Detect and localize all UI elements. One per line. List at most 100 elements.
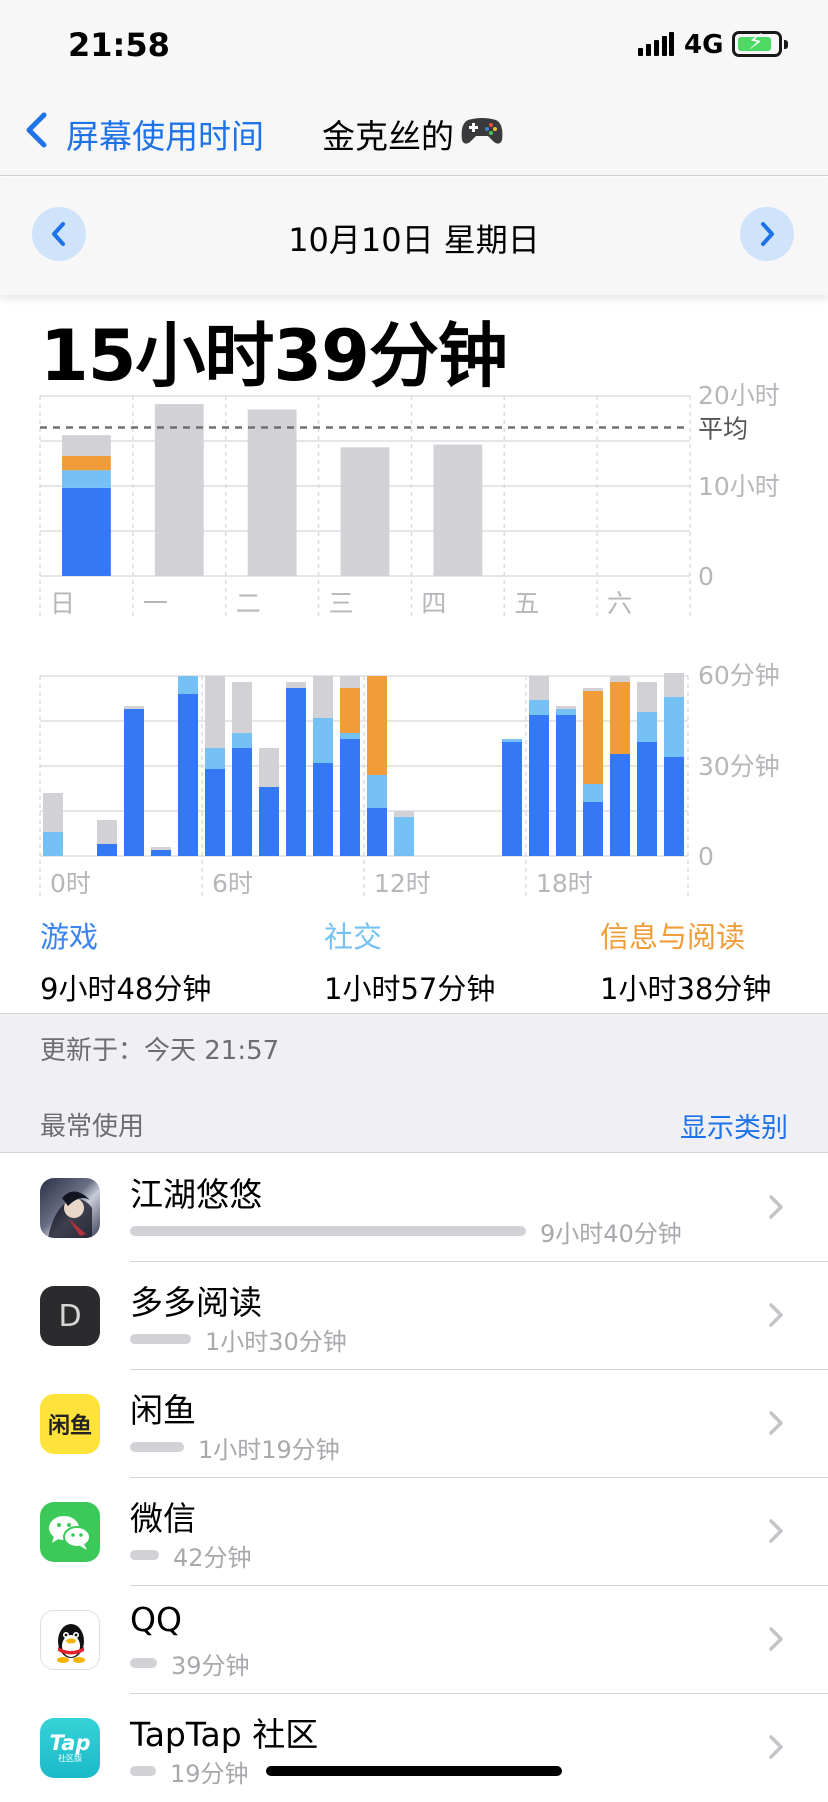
app-row-duoduo[interactable]: D 多多阅读 1小时30分钟 [0,1262,828,1370]
app-row-taptap[interactable]: Tap 社区版 TapTap 社区 19分钟 [0,1694,828,1802]
bar-社交-10 [313,718,333,763]
chevron-right-icon [769,1627,783,1651]
info-section: 更新于：今天 21:57 最常使用 显示类别 [0,1013,828,1153]
app-name: 微信 [130,1499,196,1538]
bar-其他-11 [340,676,360,688]
usage-bar [130,1334,191,1344]
bar-社交-23 [664,697,684,757]
battery-icon: ⚡ [732,30,788,57]
bar-其他-8 [259,748,279,787]
bar-其他-9 [286,682,306,688]
duoduo-letter: D [58,1298,82,1334]
back-chevron-icon[interactable] [24,112,48,148]
category-social: 社交 1小时57分钟 [324,914,495,1008]
bar-社交-13 [394,817,414,856]
app-name: 闲鱼 [130,1391,196,1430]
y-tick-label: 平均 [698,415,748,444]
bar-社交-日 [62,470,111,488]
bar-其他-7 [232,682,252,733]
app-row-jianghu[interactable]: 江湖悠悠 9小时40分钟 [0,1154,828,1262]
bar-游戏-18 [529,715,549,856]
bar-其他-20 [583,688,603,691]
app-time: 1小时19分钟 [198,1436,340,1464]
back-button[interactable]: 屏幕使用时间 [66,110,264,158]
chevron-right-icon [769,1519,783,1543]
home-indicator [266,1766,562,1776]
bar-其他-3 [124,706,144,709]
usage-bar [130,1766,156,1776]
y-tick-label: 0 [698,562,714,591]
app-time: 39分钟 [171,1652,250,1680]
status-time: 21:58 [68,26,170,64]
taptap-logo-text: Tap [49,1731,91,1755]
bar-其他-21 [610,676,630,682]
bar-社交-0 [43,832,63,856]
chevron-right-icon [769,1411,783,1435]
gamepad-icon [461,118,503,144]
hourly-usage-chart: 0时 6时 12时 18时 60分钟 30分钟 0 [39,661,780,898]
x-tick-label: 三 [329,589,354,618]
bar-游戏-11 [340,739,360,856]
bar-社交-20 [583,784,603,802]
app-row-wechat[interactable]: 微信 42分钟 [0,1478,828,1586]
category-name: 信息与阅读 [600,920,746,954]
bar-游戏-22 [637,742,657,856]
x-tick-label: 12时 [374,869,431,898]
app-name: TapTap 社区 [130,1715,319,1754]
x-tick-label: 日 [50,589,75,618]
x-tick-label: 二 [236,589,261,618]
app-name: QQ [130,1600,182,1639]
bar-社交-17 [502,739,522,742]
bar-游戏-5 [178,694,198,856]
app-row-xianyu[interactable]: 闲鱼 闲鱼 1小时19分钟 [0,1370,828,1478]
bar-游戏-19 [556,715,576,856]
app-time: 9小时40分钟 [540,1220,682,1248]
app-time: 1小时30分钟 [205,1328,347,1356]
x-tick-label: 0时 [50,869,91,898]
updated-label: 更新于：今天 21:57 [40,1036,280,1066]
xianyu-icon: 闲鱼 [40,1394,100,1454]
bar-信息与阅读-11 [340,688,360,733]
page-title: 金克丝的 [322,117,454,156]
usage-bar [130,1658,157,1668]
bar-信息与阅读-20 [583,691,603,784]
x-tick-label: 6时 [212,869,253,898]
y-tick-label: 0 [698,842,714,871]
x-tick-label: 18时 [536,869,593,898]
next-day-button[interactable] [740,207,794,261]
bar-其他-18 [529,676,549,700]
chevron-right-icon [769,1735,783,1759]
qq-icon [40,1610,100,1670]
show-categories-button[interactable]: 显示类别 [680,1106,788,1145]
x-tick-label: 四 [421,589,446,618]
usage-bar [130,1226,526,1236]
app-name: 多多阅读 [130,1283,262,1322]
bar-其他-4 [151,847,171,850]
date-label: 10月10日 星期日 [288,221,540,259]
app-row-qq[interactable]: QQ 39分钟 [0,1586,828,1694]
wechat-icon [40,1502,100,1562]
weekly-usage-chart: 日 一 二 三 四 五 六 20小时平均 10小时 0 [39,381,780,618]
bar-游戏-4 [151,850,171,856]
bar-信息与阅读-12 [367,676,387,775]
category-games: 游戏 9小时48分钟 [40,914,211,1008]
bar-其他-23 [664,673,684,697]
bar-其他-6 [205,676,225,748]
network-type: 4G [684,30,724,60]
bar-信息与阅读-21 [610,682,630,754]
bar-游戏-20 [583,802,603,856]
app-list: 江湖悠悠 9小时40分钟 D 多多阅读 1小时30分钟 闲鱼 闲鱼 1小时19分… [0,1154,828,1802]
bar-游戏-日 [62,487,111,576]
taptap-logo-subtext: 社区版 [58,1754,82,1763]
bar-游戏-10 [313,763,333,856]
bar-其他-日 [62,435,111,456]
bar-其他-13 [394,811,414,817]
category-name: 游戏 [40,920,99,954]
bar-游戏-8 [259,787,279,856]
date-selector: 10月10日 星期日 [0,177,828,295]
category-value: 9小时48分钟 [40,972,212,1006]
bar-其他-22 [637,682,657,712]
y-tick-label: 60分钟 [698,661,780,690]
bar-社交-18 [529,700,549,715]
status-bar: 21:58 4G ⚡ [0,0,828,88]
